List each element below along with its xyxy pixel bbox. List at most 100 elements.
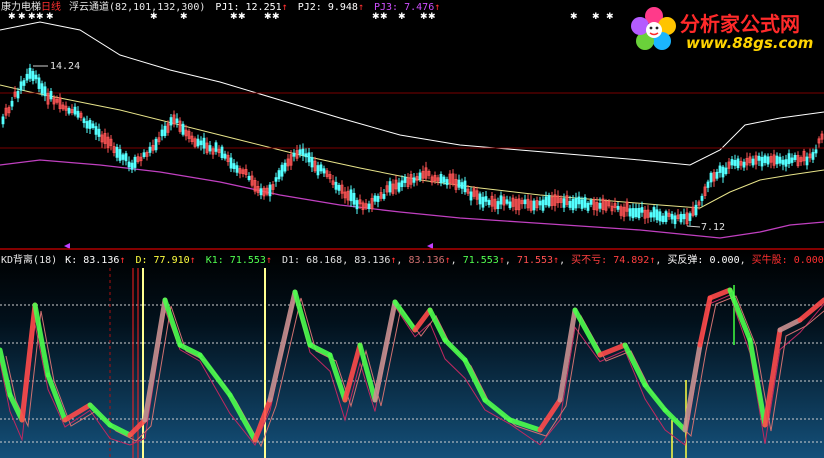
candle	[760, 156, 764, 167]
kd-value-3: 71.553	[462, 255, 499, 266]
candle	[301, 148, 305, 156]
candle	[73, 106, 77, 115]
candle	[700, 195, 704, 201]
k-up-arrow-icon: ↑	[119, 255, 126, 266]
candle	[40, 83, 44, 94]
candle	[322, 168, 326, 174]
candle	[814, 149, 818, 154]
candle	[784, 159, 788, 167]
candle	[661, 215, 665, 223]
candle	[154, 138, 158, 151]
candle	[790, 157, 794, 163]
top-info-bar: 康力电梯日线 浮云通道(82,101,132,300) PJ1: 12.251↑…	[1, 2, 440, 14]
candle	[334, 181, 338, 190]
candle	[652, 207, 656, 218]
candle	[283, 162, 287, 172]
pj2-up-arrow-icon: ↑	[357, 2, 364, 13]
candle	[568, 201, 572, 208]
candle	[463, 180, 467, 193]
pj2-label: PJ2:	[297, 2, 322, 13]
candle	[235, 165, 239, 173]
candle	[259, 188, 263, 196]
candle	[367, 203, 371, 210]
indicator-name[interactable]: 浮云通道	[69, 2, 109, 13]
candle	[442, 176, 446, 183]
pj3-value: 7.476	[404, 2, 435, 13]
candle	[202, 137, 206, 149]
candle	[355, 200, 359, 210]
candle	[277, 170, 281, 180]
candle	[616, 205, 620, 210]
k1-up-arrow-icon: ↑	[265, 255, 272, 266]
candle	[505, 199, 509, 204]
candle	[268, 184, 272, 197]
candle	[766, 156, 770, 165]
site-logo[interactable]: 分析家公式网 www.88gs.com	[628, 4, 824, 56]
candle	[469, 191, 473, 201]
candle	[484, 196, 488, 202]
signal-star-icon: ✱	[570, 12, 578, 22]
candle	[163, 125, 167, 136]
candle	[373, 195, 377, 202]
candle	[388, 181, 392, 193]
kd-indicator-name[interactable]: KD背离	[1, 255, 33, 266]
candle	[577, 196, 581, 205]
candle	[523, 199, 527, 205]
candle	[487, 200, 491, 205]
candle	[481, 196, 485, 208]
signal-star-icon: ✱	[606, 12, 614, 22]
pj1-up-arrow-icon: ↑	[281, 2, 288, 13]
candle	[181, 123, 185, 135]
candle	[130, 162, 134, 170]
candle	[67, 107, 71, 114]
candle	[721, 166, 725, 178]
candle	[538, 200, 542, 206]
candle	[124, 153, 128, 162]
period-label[interactable]: 日线	[41, 2, 61, 13]
kd-value-2: 83.136	[408, 255, 445, 266]
candle	[598, 202, 602, 209]
candle	[76, 110, 80, 118]
candle	[457, 179, 461, 188]
candle	[730, 159, 734, 166]
candle	[208, 145, 212, 152]
candle	[199, 140, 203, 146]
candle	[682, 213, 686, 220]
buy-no-loss-label: 买不亏:	[571, 255, 608, 266]
indicator-params: (82,101,132,300)	[109, 2, 206, 13]
candle	[91, 123, 95, 128]
candle	[787, 153, 791, 165]
candle	[85, 121, 89, 129]
candle	[499, 195, 503, 205]
candle	[670, 213, 674, 220]
buy-bull-label: 买牛股:	[751, 255, 788, 266]
high-price-marker: 14.24	[50, 61, 81, 72]
candle	[637, 207, 641, 219]
candle	[478, 193, 482, 205]
candle	[223, 153, 227, 159]
pj3-label: PJ3:	[374, 2, 399, 13]
candle	[49, 91, 53, 100]
candle	[445, 179, 449, 186]
site-name: 分析家公式网	[680, 12, 800, 36]
candle	[292, 152, 296, 157]
candle	[214, 142, 218, 152]
candle	[508, 201, 512, 209]
candle	[175, 118, 179, 123]
k-label: K:	[65, 255, 78, 266]
stock-name[interactable]: 康力电梯	[1, 2, 41, 13]
candle	[25, 73, 29, 81]
candle	[439, 173, 443, 184]
candle	[382, 193, 386, 199]
candle	[781, 159, 785, 165]
pj1-value: 12.251	[245, 2, 282, 13]
flower-logo-icon	[631, 7, 676, 50]
low-price-marker: 7.12	[701, 222, 726, 233]
candle	[718, 165, 722, 173]
candle	[121, 154, 125, 160]
candle	[634, 208, 638, 218]
candle	[352, 192, 356, 205]
candle	[376, 195, 380, 202]
d-value: 77.910	[153, 255, 190, 266]
candle	[142, 152, 146, 157]
